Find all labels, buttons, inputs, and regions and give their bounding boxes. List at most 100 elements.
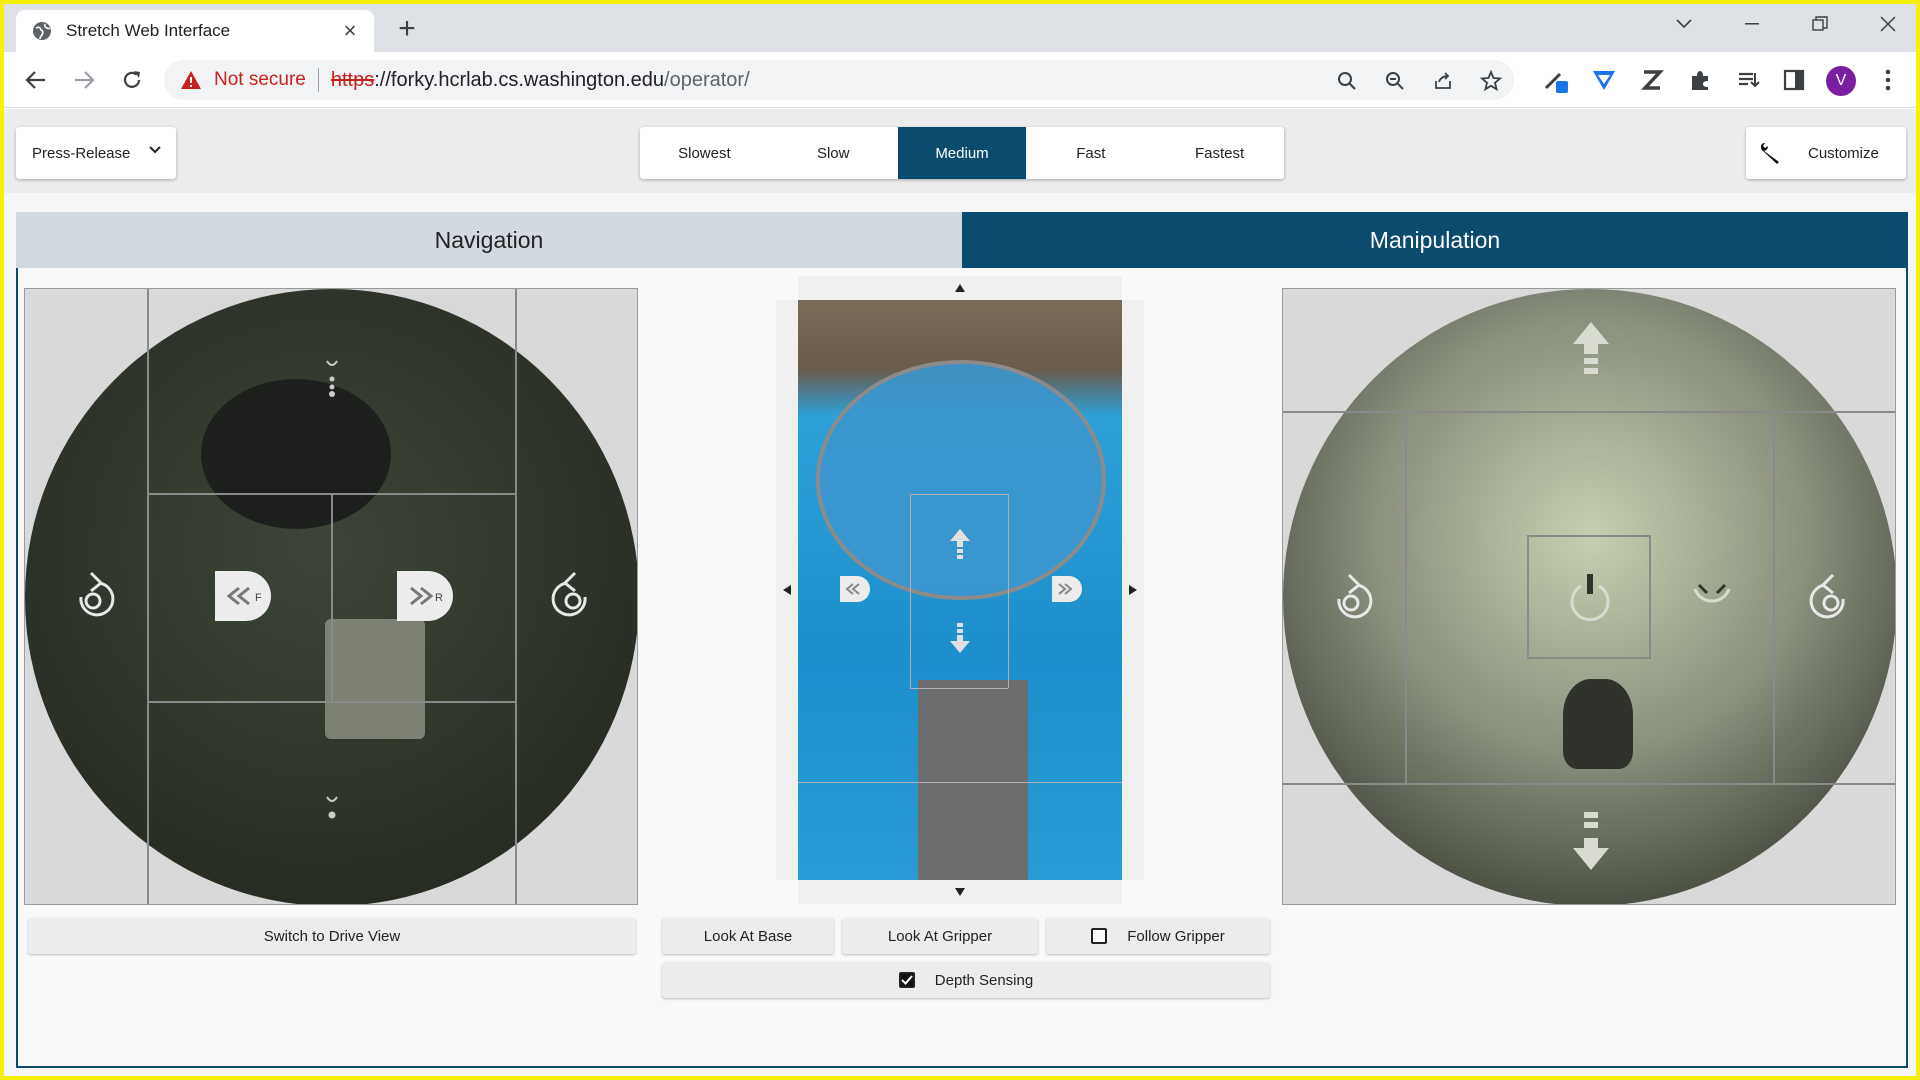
- manipulation-panel: F R: [16, 268, 1908, 1068]
- arrow-up-icon[interactable]: [946, 526, 974, 562]
- depth-sensing-toggle[interactable]: Depth Sensing: [662, 962, 1270, 998]
- pen-extension-icon[interactable]: [1542, 66, 1570, 94]
- grid-line: [515, 289, 517, 904]
- rotate-right-icon[interactable]: [545, 569, 601, 625]
- table-depth-image: [816, 360, 1106, 600]
- svg-text:R: R: [435, 592, 443, 604]
- stretch-app: Press-Release Slowest Slow Medium Fast F…: [4, 109, 1916, 1076]
- rotate-right-icon[interactable]: [1803, 571, 1859, 627]
- gripper-open-icon[interactable]: [1565, 571, 1615, 627]
- grid-line: [1283, 411, 1895, 413]
- url-host: ://forky.hcrlab.cs.washington.edu: [374, 68, 665, 91]
- action-mode-value: Press-Release: [32, 144, 131, 162]
- robot-depth-image: [918, 680, 1028, 880]
- tilt-up-button[interactable]: [798, 276, 1122, 300]
- grid-line: [147, 289, 149, 904]
- gripper-tip-image: [1563, 679, 1633, 769]
- omnibox-divider: [317, 68, 319, 92]
- grid-line: [1283, 783, 1895, 785]
- speed-fast-button[interactable]: Fast: [1026, 127, 1155, 179]
- speed-slow-button[interactable]: Slow: [769, 127, 898, 179]
- back-icon[interactable]: [18, 62, 54, 98]
- follow-gripper-label: Follow Gripper: [1127, 927, 1225, 945]
- depth-sensing-checkbox[interactable]: [898, 972, 915, 988]
- round-table-image: [201, 379, 391, 529]
- not-secure-label[interactable]: Not secure: [214, 69, 306, 91]
- customize-label: Customize: [1808, 144, 1879, 162]
- arrow-down-icon[interactable]: [1569, 809, 1613, 873]
- zoom-icon[interactable]: [1336, 70, 1358, 92]
- address-bar[interactable]: Not secure https://forky.hcrlab.cs.washi…: [164, 60, 1514, 100]
- base-up-icon[interactable]: [317, 359, 347, 399]
- browser-tab[interactable]: Stretch Web Interface ×: [16, 10, 374, 52]
- arrow-up-icon[interactable]: [1569, 319, 1613, 383]
- window-close-icon[interactable]: [1860, 4, 1916, 44]
- look-at-base-button[interactable]: Look At Base: [662, 918, 834, 954]
- share-icon[interactable]: [1432, 70, 1454, 92]
- warning-icon: [180, 70, 202, 90]
- pan-left-button[interactable]: [776, 300, 798, 880]
- base-reverse-icon[interactable]: R: [397, 571, 453, 621]
- url-text[interactable]: https://forky.hcrlab.cs.washington.edu/o…: [331, 69, 750, 92]
- url-path: /operator/: [664, 68, 750, 91]
- profile-avatar[interactable]: V: [1826, 66, 1856, 96]
- follow-gripper-checkbox[interactable]: [1091, 928, 1108, 944]
- base-down-icon[interactable]: [317, 789, 347, 829]
- tab-search-icon[interactable]: [1656, 4, 1712, 44]
- switch-to-drive-view-button[interactable]: Switch to Drive View: [28, 918, 636, 954]
- customize-button[interactable]: Customize: [1746, 127, 1906, 179]
- grid-line: [910, 494, 1008, 495]
- svg-text:F: F: [255, 592, 261, 604]
- side-panel-icon[interactable]: [1780, 66, 1808, 94]
- reading-list-icon[interactable]: [1734, 66, 1762, 94]
- gripper-right-icon[interactable]: [1052, 576, 1082, 602]
- tab-title: Stretch Web Interface: [66, 21, 231, 40]
- gripper-left-icon[interactable]: [840, 576, 870, 602]
- puzzle-icon[interactable]: [1686, 66, 1714, 94]
- speed-fastest-button[interactable]: Fastest: [1155, 127, 1284, 179]
- browser-toolbar: Not secure https://forky.hcrlab.cs.washi…: [4, 52, 1916, 108]
- url-scheme: https: [330, 68, 375, 91]
- chevron-down-icon: [148, 143, 162, 161]
- tilt-down-button[interactable]: [798, 880, 1122, 904]
- restore-icon[interactable]: [1792, 4, 1848, 44]
- grid-line: [331, 493, 333, 703]
- base-forward-icon[interactable]: F: [215, 571, 271, 621]
- star-icon[interactable]: [1480, 70, 1502, 92]
- gripper-camera-view[interactable]: [1282, 288, 1896, 905]
- tab-manipulation[interactable]: Manipulation: [962, 212, 1908, 268]
- app-header: Press-Release Slowest Slow Medium Fast F…: [4, 109, 1916, 193]
- grid-line: [1405, 411, 1407, 785]
- look-at-gripper-button[interactable]: Look At Gripper: [842, 918, 1038, 954]
- tab-strip: Stretch Web Interface × +: [4, 4, 1916, 52]
- grid-line: [910, 688, 1008, 689]
- speed-medium-button[interactable]: Medium: [897, 127, 1027, 179]
- rotate-left-icon[interactable]: [1323, 571, 1379, 627]
- forward-icon[interactable]: [66, 62, 102, 98]
- gripper-close-icon[interactable]: [1687, 571, 1737, 627]
- follow-gripper-toggle[interactable]: Follow Gripper: [1046, 918, 1270, 954]
- main-tabs: Navigation Manipulation: [16, 212, 1908, 268]
- zoom-out-icon[interactable]: [1384, 70, 1406, 92]
- plus-icon[interactable]: +: [390, 12, 424, 46]
- close-icon[interactable]: ×: [338, 20, 362, 42]
- reload-icon[interactable]: [114, 62, 150, 98]
- vimeo-extension-icon[interactable]: [1590, 66, 1618, 94]
- arrow-down-icon[interactable]: [946, 620, 974, 656]
- rotate-left-icon[interactable]: [65, 569, 121, 625]
- speed-slowest-button[interactable]: Slowest: [640, 127, 769, 179]
- overhead-camera-view[interactable]: F R: [24, 288, 638, 905]
- action-mode-select[interactable]: Press-Release: [16, 127, 176, 179]
- realsense-camera-view[interactable]: [798, 300, 1122, 880]
- z-extension-icon[interactable]: [1638, 66, 1666, 94]
- wrench-icon: [1758, 141, 1782, 165]
- minimize-icon[interactable]: [1724, 4, 1780, 44]
- tab-navigation[interactable]: Navigation: [16, 212, 962, 268]
- more-menu-icon[interactable]: [1874, 66, 1902, 94]
- pan-right-button[interactable]: [1122, 300, 1144, 880]
- grid-line: [910, 494, 911, 688]
- grid-line: [1008, 494, 1009, 688]
- grid-line: [798, 782, 1122, 783]
- grid-line: [1773, 411, 1775, 785]
- browser-window: Stretch Web Interface × + Not secure htt…: [4, 4, 1916, 1076]
